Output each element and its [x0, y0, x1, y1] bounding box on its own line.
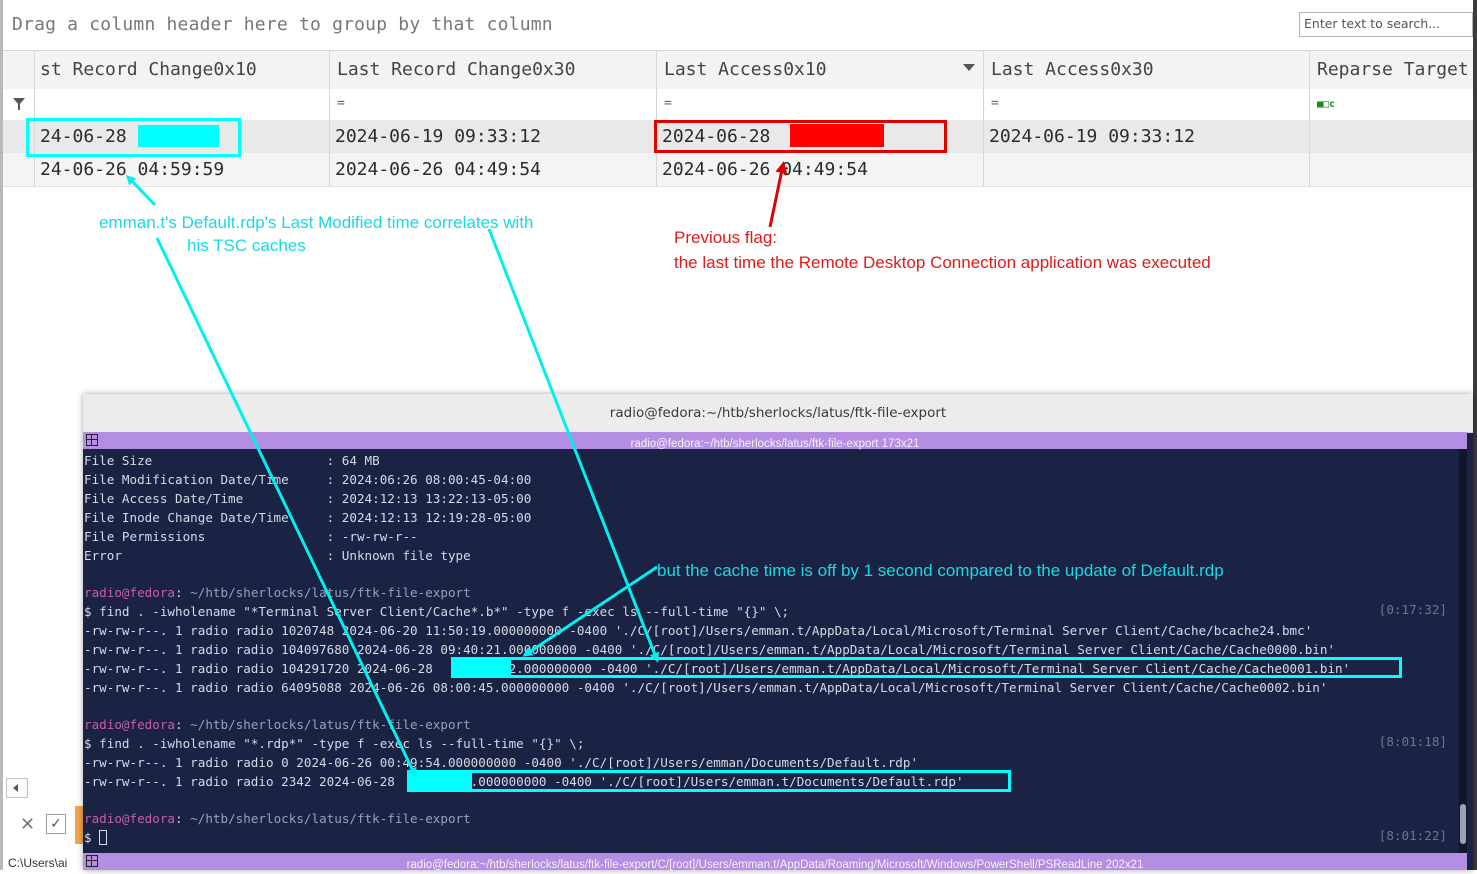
column-header-label: Last Record Change0x30 [337, 59, 576, 80]
annotation-rdp-correlation-line2: his TSC caches [187, 236, 306, 255]
table-row[interactable]: 24-06-26 04:59:59 2024-06-26 04:49:54 20… [3, 153, 1477, 187]
prompt-path: ~/htb/sherlocks/latus/ftk-file-export [190, 811, 471, 826]
text-cursor [99, 830, 108, 845]
terminal-line: File Permissions : -rw-rw-r-- [84, 529, 418, 544]
highlight-box-cyan [451, 657, 1402, 678]
group-by-hint: Drag a column header here to group by th… [12, 14, 553, 35]
tmux-pane-title-top: radio@fedora:~/htb/sherlocks/latus/ftk-f… [83, 432, 1467, 450]
filter-funnel-icon [13, 98, 25, 110]
highlight-box-red [654, 120, 947, 153]
highlight-box-cyan [26, 118, 241, 157]
shell-prompt: radio@fedora: ~/htb/sherlocks/latus/ftk-… [84, 583, 471, 602]
terminal-line: -rw-rw-r--. 1 radio radio 1020748 2024-0… [84, 623, 1313, 638]
column-header-label: Last Access0x10 [664, 59, 827, 80]
annotation-cache-offset: but the cache time is off by 1 second co… [657, 561, 1224, 580]
terminal-titlebar[interactable]: radio@fedora:~/htb/sherlocks/latus/ftk-f… [83, 394, 1473, 433]
prompt-path: ~/htb/sherlocks/latus/ftk-file-export [190, 585, 471, 600]
command-timestamp: [0:17:32] [1378, 602, 1447, 617]
filter-cell[interactable]: = [330, 89, 657, 120]
column-header-last-record-change-0x30[interactable]: Last Record Change0x30 [330, 51, 657, 89]
column-header-row: st Record Change0x10 Last Record Change0… [3, 51, 1477, 90]
column-dropdown-icon[interactable] [963, 64, 975, 71]
table-cell[interactable]: 2024-06-26 04:49:54 [657, 153, 984, 186]
table-cell[interactable]: 2024-06-19 09:33:12 [330, 120, 657, 153]
command-timestamp: [8:01:22] [1378, 828, 1447, 843]
terminal-scrollbar[interactable] [1459, 449, 1467, 853]
column-header-reparse-target[interactable]: Reparse Target [1310, 51, 1477, 89]
terminal-line: Error : Unknown file type [84, 548, 471, 563]
group-by-panel[interactable]: Drag a column header here to group by th… [3, 0, 1477, 51]
prompt-sep: : [175, 585, 191, 600]
prompt-user: radio [84, 811, 122, 826]
column-header-last-access-0x30[interactable]: Last Access0x30 [984, 51, 1310, 89]
prompt-sep: : [175, 717, 191, 732]
auto-filter-row: = = = ■□c [3, 89, 1477, 121]
prompt-dollar: $ [84, 604, 100, 619]
column-header-last-access-0x10[interactable]: Last Access0x10 [657, 51, 984, 89]
row-indicator-header [3, 51, 35, 89]
terminal-line: -rw-rw-r--. 1 radio radio 64095088 2024-… [84, 680, 1328, 695]
command-text: find . -iwholename "*.rdp*" -type f -exe… [99, 736, 585, 751]
pane-grid-icon [86, 434, 98, 446]
table-cell[interactable] [984, 153, 1310, 186]
shell-prompt: radio@fedora: ~/htb/sherlocks/latus/ftk-… [84, 809, 471, 828]
prompt-dollar: $ [84, 830, 100, 845]
window-edge [1473, 0, 1477, 870]
terminal-line: File Access Date/Time : 2024:12:13 13:22… [84, 491, 532, 506]
table-cell[interactable] [1310, 153, 1477, 186]
prompt-path: ~/htb/sherlocks/latus/ftk-file-export [190, 717, 471, 732]
column-header-label: st Record Change0x10 [40, 59, 257, 80]
shell-command: $ find . -iwholename "*.rdp*" -type f -e… [84, 734, 584, 753]
clear-filter-icon[interactable]: ✕ [20, 814, 35, 835]
annotation-previous-flag-line1: Previous flag: [674, 228, 777, 247]
command-text: find . -iwholename "*Terminal Server Cli… [99, 604, 790, 619]
regex-filter-icon: ■□c [1317, 99, 1336, 110]
prompt-host: @fedora [121, 717, 175, 732]
column-header-label: Last Access0x30 [991, 59, 1154, 80]
filter-row-indicator [3, 89, 35, 120]
prompt-user: radio [84, 585, 122, 600]
prompt-host: @fedora [121, 811, 175, 826]
terminal-line: File Size : 64 MB [84, 453, 380, 468]
terminal-window[interactable]: radio@fedora:~/htb/sherlocks/latus/ftk-f… [83, 394, 1473, 871]
filter-cell[interactable]: = [657, 89, 984, 120]
shell-input[interactable]: $ [84, 828, 108, 847]
table-cell[interactable]: 2024-06-26 04:49:54 [330, 153, 657, 186]
highlight-box-cyan [407, 770, 1011, 792]
filter-cell-regex[interactable]: ■□c [1310, 89, 1477, 120]
prompt-sep: : [175, 811, 191, 826]
table-cell[interactable]: 24-06-26 04:59:59 [35, 153, 330, 186]
row-indicator [3, 153, 35, 186]
terminal-line: File Inode Change Date/Time : 2024:12:13… [84, 510, 532, 525]
command-timestamp: [8:01:18] [1378, 734, 1447, 749]
table-cell[interactable]: 2024-06-19 09:33:12 [984, 120, 1310, 153]
filter-cell[interactable]: = [984, 89, 1310, 120]
scroll-left-button[interactable] [6, 778, 28, 798]
pane-grid-icon [86, 855, 98, 867]
status-path: C:\Users\ai [8, 856, 68, 870]
shell-prompt: radio@fedora: ~/htb/sherlocks/latus/ftk-… [84, 715, 471, 734]
tmux-pane-title-bottom: radio@fedora:~/htb/sherlocks/latus/ftk-f… [83, 853, 1467, 871]
column-header-label: Reparse Target [1317, 59, 1469, 80]
tmux-pane-label: radio@fedora:~/htb/sherlocks/latus/ftk-f… [406, 859, 1144, 871]
filter-cell[interactable] [35, 89, 330, 120]
filter-enable-checkbox[interactable]: ✓ [46, 814, 66, 834]
prompt-host: @fedora [121, 585, 175, 600]
terminal-line: File Modification Date/Time : 2024:06:26… [84, 472, 532, 487]
prompt-dollar: $ [84, 736, 100, 751]
annotation-rdp-correlation-line1: emman.t's Default.rdp's Last Modified ti… [99, 213, 534, 232]
shell-command: $ find . -iwholename "*Terminal Server C… [84, 602, 789, 621]
column-header-record-change-0x10[interactable]: st Record Change0x10 [35, 51, 330, 89]
search-input[interactable]: Enter text to search... [1299, 12, 1473, 37]
tmux-pane-label: radio@fedora:~/htb/sherlocks/latus/ftk-f… [630, 438, 920, 450]
annotation-previous-flag-line2: the last time the Remote Desktop Connect… [674, 253, 1211, 272]
terminal-scrollbar-thumb[interactable] [1460, 804, 1466, 844]
table-cell[interactable] [1310, 120, 1477, 153]
terminal-title: radio@fedora:~/htb/sherlocks/latus/ftk-f… [609, 405, 947, 421]
prompt-user: radio [84, 717, 122, 732]
